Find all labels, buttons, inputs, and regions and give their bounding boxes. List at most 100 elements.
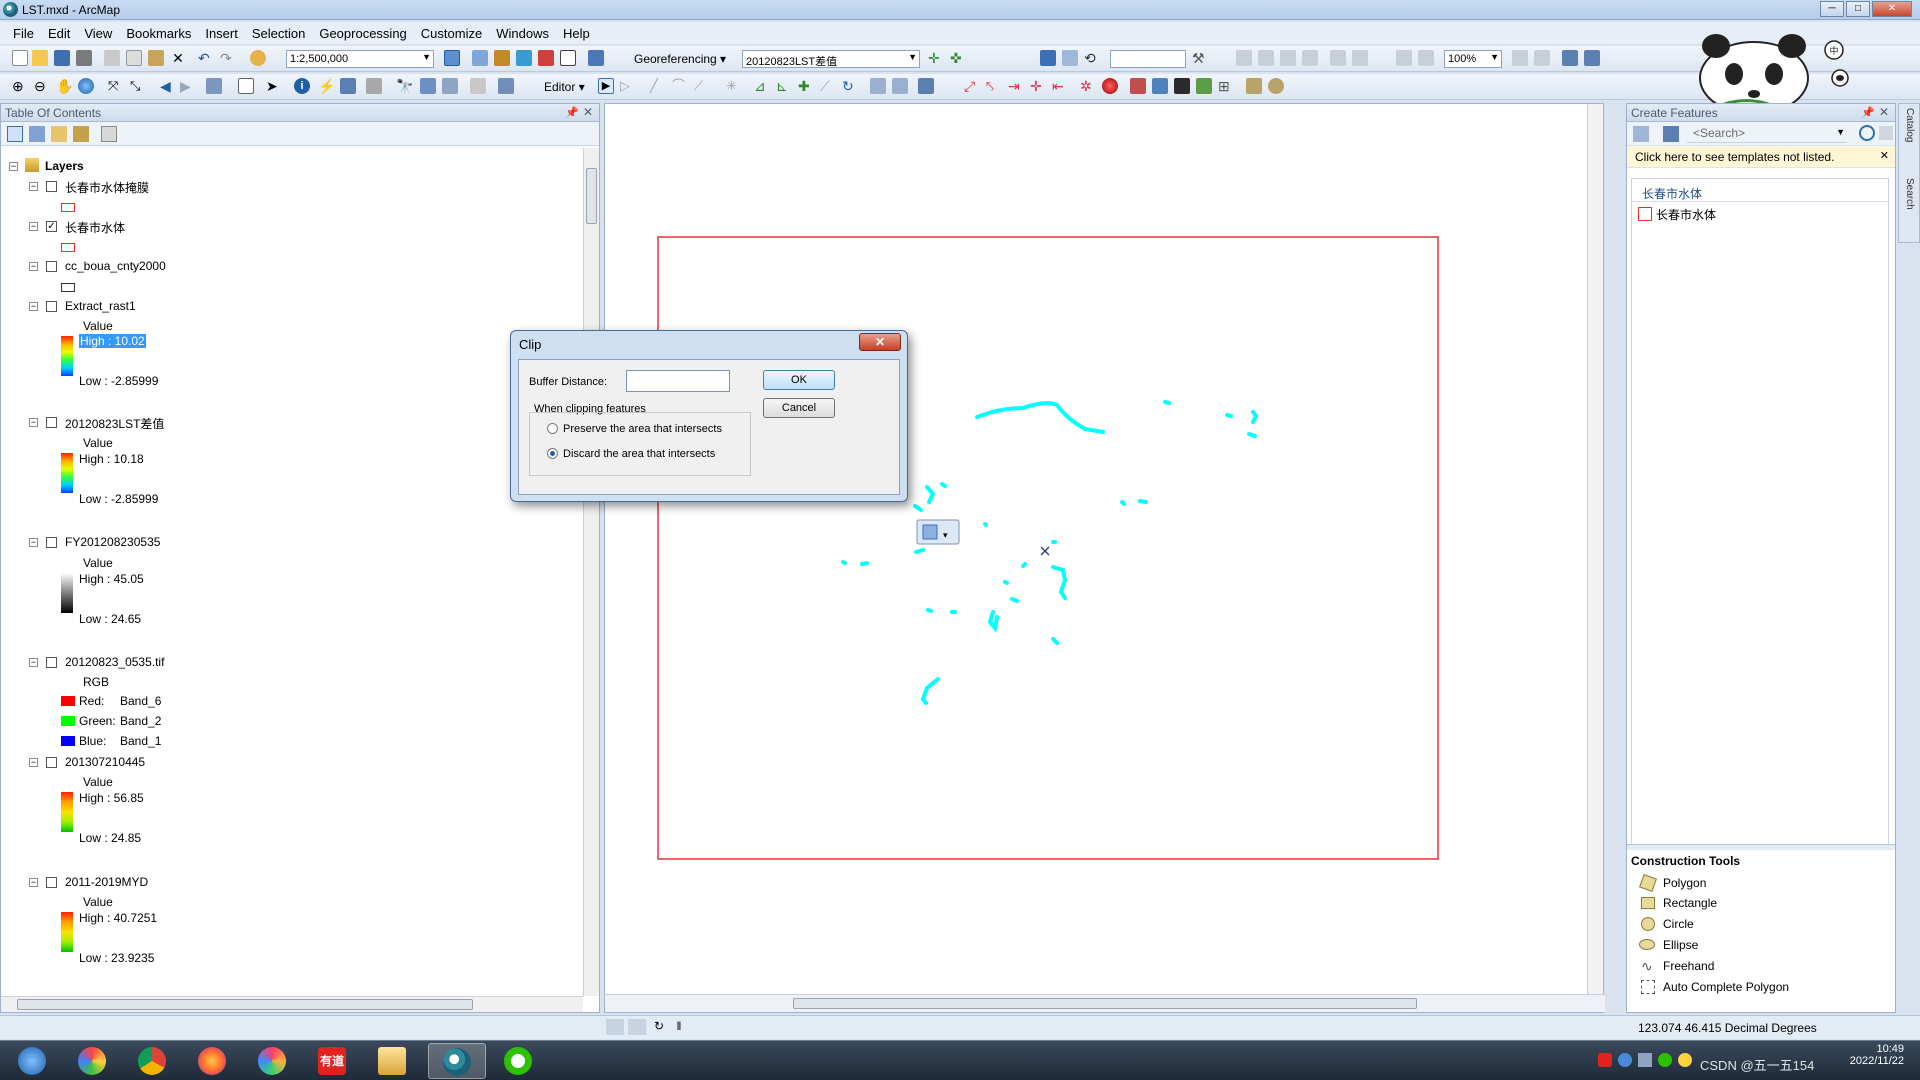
go-to-xy-icon[interactable]: [442, 78, 458, 94]
undo-icon[interactable]: ↶: [198, 50, 214, 66]
water-body[interactable]: [914, 548, 925, 554]
trace-icon[interactable]: ⟋: [694, 78, 710, 94]
add-data-icon[interactable]: [250, 50, 266, 66]
green-band-swatch[interactable]: [61, 716, 75, 726]
collapse-icon[interactable]: −: [29, 302, 38, 311]
map-scale-combo[interactable]: 1:2,500,000 ▼: [286, 50, 434, 68]
start-button[interactable]: [4, 1043, 62, 1079]
find-route-icon[interactable]: [420, 78, 436, 94]
rotate-icon[interactable]: ⟲: [1084, 50, 1100, 66]
scroll-thumb[interactable]: [17, 999, 473, 1010]
layout-zoom-combo[interactable]: 100% ▼: [1444, 50, 1502, 68]
discard-option-label[interactable]: Discard the area that intersects: [563, 448, 715, 460]
search-window-icon[interactable]: [516, 50, 532, 66]
taskbar-app-wechat[interactable]: [490, 1043, 548, 1079]
change-layout-icon[interactable]: [1562, 50, 1578, 66]
cut-polygons-icon[interactable]: ✚: [798, 78, 814, 94]
redo-icon[interactable]: ↷: [220, 50, 236, 66]
measure-ruler-icon[interactable]: [366, 78, 382, 94]
color-ramp[interactable]: [61, 573, 73, 613]
layer-name[interactable]: 长春市水体掩膜: [65, 179, 149, 196]
high-value-label[interactable]: High : 10.18: [79, 452, 144, 466]
water-body[interactable]: [1225, 413, 1233, 418]
layer-visibility-checkbox[interactable]: [46, 261, 57, 272]
layer-visibility-checkbox[interactable]: [46, 757, 57, 768]
collapse-icon[interactable]: −: [9, 162, 18, 171]
fillet-tool-icon[interactable]: [1174, 78, 1190, 94]
point-icon[interactable]: ✳: [726, 78, 742, 94]
collapse-icon[interactable]: −: [29, 262, 38, 271]
topology-align-edge-icon[interactable]: ⇥: [1008, 78, 1024, 94]
back-arrow-icon[interactable]: ◀: [160, 78, 176, 94]
extend-tool-icon[interactable]: [1196, 78, 1212, 94]
layer-visibility-checkbox[interactable]: [46, 417, 57, 428]
notice-bar[interactable]: Click here to see templates not listed. …: [1627, 146, 1895, 168]
zoom-out-icon[interactable]: ⊖: [34, 78, 50, 94]
layout-fixed-zoom-out-icon[interactable]: [1352, 50, 1368, 66]
list-by-source-icon[interactable]: [29, 126, 45, 142]
taskbar-app-pinwheel[interactable]: [244, 1043, 302, 1079]
collapse-icon[interactable]: −: [29, 182, 38, 191]
preserve-radio[interactable]: [547, 423, 558, 434]
layer-visibility-checkbox[interactable]: [46, 301, 57, 312]
layout-view-icon[interactable]: [606, 1019, 624, 1035]
create-features-window-icon[interactable]: [918, 78, 934, 94]
layer-name[interactable]: 2011-2019MYD: [65, 875, 148, 889]
close-window-button[interactable]: ✕: [1872, 1, 1912, 17]
sketch-properties-icon[interactable]: [892, 78, 908, 94]
water-body[interactable]: [841, 560, 847, 565]
layout-zoom-out-icon[interactable]: [1258, 50, 1274, 66]
collapse-icon[interactable]: −: [29, 758, 38, 767]
layers-root-label[interactable]: Layers: [45, 159, 84, 173]
scroll-thumb[interactable]: [586, 168, 597, 224]
layout-pan-icon[interactable]: [1280, 50, 1296, 66]
toc-horizontal-scrollbar[interactable]: [1, 996, 583, 1012]
buffer-distance-input[interactable]: [626, 370, 730, 392]
low-value-label[interactable]: Low : 23.9235: [79, 951, 154, 965]
html-popup-icon[interactable]: [340, 78, 356, 94]
construction-tool-rectangle[interactable]: Rectangle: [1663, 896, 1717, 910]
template-item[interactable]: 长春市水体: [1656, 206, 1716, 223]
straight-segment-icon[interactable]: ╱: [650, 78, 666, 94]
editor-toolbar-icon[interactable]: [444, 50, 460, 66]
ok-button[interactable]: OK: [763, 370, 835, 390]
copy-icon[interactable]: [126, 50, 142, 66]
list-by-visibility-icon[interactable]: [51, 126, 67, 142]
water-body[interactable]: [983, 522, 988, 527]
taskbar-app-arcmap[interactable]: [428, 1043, 486, 1079]
construction-tool-polygon[interactable]: Polygon: [1663, 876, 1706, 890]
clear-selection-icon[interactable]: [238, 78, 254, 94]
advanced-editing-icon[interactable]: [1130, 78, 1146, 94]
scroll-thumb[interactable]: [793, 998, 1417, 1009]
forward-arrow-icon[interactable]: ▶: [180, 78, 196, 94]
explode-multipart-icon[interactable]: [1246, 78, 1262, 94]
taskbar-app-chrome[interactable]: [124, 1043, 182, 1079]
water-body[interactable]: [1021, 562, 1027, 568]
water-body[interactable]: [860, 561, 869, 566]
fix-topology-error-icon[interactable]: [1102, 78, 1118, 94]
select-elements-arrow-icon[interactable]: ➤: [266, 78, 282, 94]
refresh-icon[interactable]: ↻: [650, 1019, 668, 1035]
rotate-tool-icon[interactable]: ↻: [842, 78, 858, 94]
generalize-icon[interactable]: [1268, 78, 1284, 94]
menu-help[interactable]: Help: [556, 26, 597, 41]
select-features-icon[interactable]: [206, 78, 222, 94]
list-by-selection-icon[interactable]: [73, 126, 89, 142]
print-icon[interactable]: [76, 50, 92, 66]
layer-visibility-checkbox[interactable]: [46, 657, 57, 668]
pan-hand-icon[interactable]: ✋: [56, 78, 73, 94]
menu-insert[interactable]: Insert: [198, 26, 245, 41]
rotation-angle-input[interactable]: [1110, 50, 1186, 68]
construction-tool-auto-complete-polygon[interactable]: Auto Complete Polygon: [1663, 980, 1789, 994]
copy-features-icon[interactable]: [1152, 78, 1168, 94]
color-ramp[interactable]: [61, 336, 73, 376]
menu-view[interactable]: View: [77, 26, 119, 41]
organize-templates-icon[interactable]: [1633, 126, 1649, 142]
map-view[interactable]: ▾: [604, 103, 1605, 1013]
low-value-label[interactable]: Low : 24.65: [79, 612, 141, 626]
search-icon[interactable]: [1859, 125, 1875, 141]
hyperlink-icon[interactable]: ⚡: [318, 78, 335, 94]
high-value-label[interactable]: High : 45.05: [79, 572, 144, 586]
list-by-drawing-order-icon[interactable]: [7, 126, 23, 142]
georeferencing-menu[interactable]: Georeferencing ▾: [634, 52, 726, 66]
